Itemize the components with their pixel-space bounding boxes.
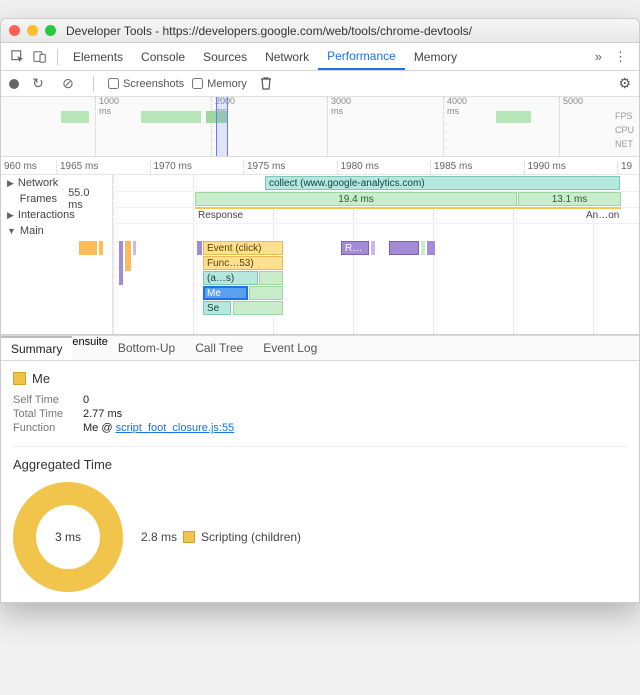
device-toggle-icon[interactable]: [29, 46, 51, 68]
trash-icon[interactable]: [255, 73, 277, 95]
flame-se[interactable]: Se: [203, 301, 231, 315]
reload-icon[interactable]: ↻: [27, 73, 49, 95]
window-title: Developer Tools - https://developers.goo…: [66, 24, 472, 38]
detail-ruler[interactable]: 960 ms 1965 ms 1970 ms 1975 ms 1980 ms 1…: [1, 157, 639, 175]
tab-elements[interactable]: Elements: [64, 43, 132, 70]
flame-anon[interactable]: (a…s): [203, 271, 258, 285]
dtab-bottomup[interactable]: Bottom-Up: [108, 336, 185, 360]
tab-console[interactable]: Console: [132, 43, 194, 70]
flame-r[interactable]: R…: [341, 241, 369, 255]
tab-network[interactable]: Network: [256, 43, 318, 70]
interaction-anon[interactable]: An…on: [583, 209, 623, 223]
zoom-icon[interactable]: [45, 25, 56, 36]
aggregated-time-donut: 3 ms: [13, 482, 123, 592]
tab-memory[interactable]: Memory: [405, 43, 466, 70]
window-controls: [9, 25, 56, 36]
devtools-tabbar: Elements Console Sources Network Perform…: [1, 43, 639, 71]
overview-selection[interactable]: [216, 97, 228, 156]
aggregated-time-title: Aggregated Time: [13, 446, 627, 472]
detail-tabs: Summary ensuite Bottom-Up Call Tree Even…: [1, 335, 639, 361]
dtab-summary[interactable]: Summary: [1, 336, 72, 360]
inspect-icon[interactable]: [7, 46, 29, 68]
summary-pane: Me Self Time0 Total Time2.77 ms Function…: [1, 361, 639, 602]
close-icon[interactable]: [9, 25, 20, 36]
devtools-window: Developer Tools - https://developers.goo…: [0, 18, 640, 603]
record-button[interactable]: [9, 79, 19, 89]
overview-timeline[interactable]: 1000 ms 2000 ms 3000 ms 4000 ms 5000 FPS…: [1, 97, 639, 157]
interaction-response[interactable]: Response: [195, 209, 250, 223]
track-frames[interactable]: Frames 55.0 ms: [1, 191, 112, 207]
flame-me-selected[interactable]: Me: [203, 286, 248, 300]
flame-func[interactable]: Func…53): [203, 256, 283, 270]
ov-tick-5000: 5000: [563, 96, 583, 106]
track-main[interactable]: ▼Main: [1, 223, 112, 239]
dtab-calltree[interactable]: Call Tree: [185, 336, 253, 360]
kebab-menu-icon[interactable]: ⋮: [608, 49, 633, 65]
minimize-icon[interactable]: [27, 25, 38, 36]
clear-icon[interactable]: ⊘: [57, 73, 79, 95]
tab-performance[interactable]: Performance: [318, 43, 405, 70]
overview-lane-labels: FPS CPU NET: [615, 111, 639, 153]
titlebar: Developer Tools - https://developers.goo…: [1, 19, 639, 43]
tab-sources[interactable]: Sources: [194, 43, 256, 70]
flame-event-click[interactable]: Event (click): [203, 241, 283, 255]
frame-bar-b[interactable]: 13.1 ms: [518, 192, 621, 206]
memory-checkbox[interactable]: Memory: [192, 78, 247, 90]
agg-legend: 2.8 ms Scripting (children): [141, 530, 301, 544]
selection-name: Me: [13, 371, 627, 386]
flame-canvas[interactable]: collect (www.google-analytics.com) 19.4 …: [113, 175, 639, 334]
dtab-eventlog[interactable]: Event Log: [253, 336, 327, 360]
flame-area: ▶Network Frames 55.0 ms ▶Interactions ▼M…: [1, 175, 639, 335]
memory-label: Memory: [207, 78, 247, 90]
screenshots-label: Screenshots: [123, 78, 184, 90]
network-request-bar[interactable]: collect (www.google-analytics.com): [265, 176, 620, 190]
legend-swatch-scripting: [183, 531, 195, 543]
panel-tabs: Elements Console Sources Network Perform…: [64, 43, 589, 70]
screenshots-checkbox[interactable]: Screenshots: [108, 78, 184, 90]
more-tabs-icon[interactable]: »: [589, 49, 608, 64]
donut-center-label: 3 ms: [55, 530, 81, 544]
frame-bar-a[interactable]: 19.4 ms: [195, 192, 517, 206]
settings-icon[interactable]: ⚙: [618, 75, 631, 92]
function-link[interactable]: script_foot_closure.js:55: [116, 422, 235, 434]
selection-swatch: [13, 372, 26, 385]
perf-toolbar: ↻ ⊘ Screenshots Memory ⚙: [1, 71, 639, 97]
